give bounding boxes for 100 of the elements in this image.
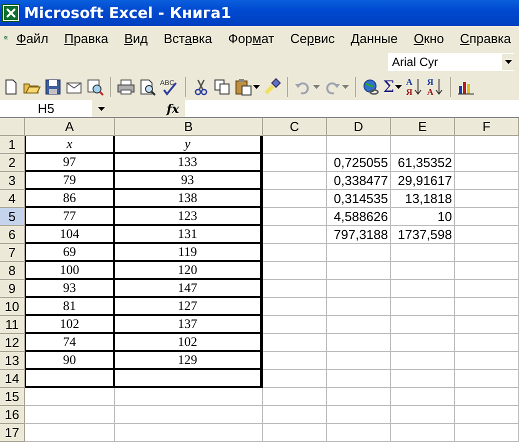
table-cell bbox=[391, 370, 455, 388]
table-cell bbox=[455, 424, 519, 442]
table-cell: 797,3188 bbox=[327, 226, 391, 244]
table-cell: 123 bbox=[115, 208, 263, 226]
printer-icon[interactable] bbox=[117, 78, 135, 96]
app-logo-icon bbox=[2, 4, 20, 22]
table-cell: 0,338477 bbox=[327, 172, 391, 190]
table-cell: 100 bbox=[25, 262, 115, 280]
function-label[interactable]: fx bbox=[105, 102, 185, 116]
table-cell bbox=[391, 406, 455, 424]
table-cell bbox=[327, 424, 391, 442]
table-cell bbox=[263, 424, 327, 442]
row-header[interactable]: 15 bbox=[0, 388, 25, 406]
table-cell bbox=[455, 316, 519, 334]
table-cell bbox=[327, 370, 391, 388]
table-cell: y bbox=[115, 136, 263, 154]
formula-field[interactable] bbox=[185, 100, 519, 117]
table-cell bbox=[263, 370, 327, 388]
table-cell bbox=[263, 208, 327, 226]
menu-item[interactable]: Вставка bbox=[156, 30, 220, 46]
table-cell: 93 bbox=[25, 280, 115, 298]
table-cell bbox=[263, 316, 327, 334]
table-cell bbox=[263, 352, 327, 370]
magnifier-icon[interactable] bbox=[86, 78, 104, 96]
table-cell bbox=[327, 388, 391, 406]
scissors-icon[interactable] bbox=[192, 78, 210, 96]
table-cell: 1737,598 bbox=[391, 226, 455, 244]
row-header[interactable]: 1 bbox=[0, 136, 25, 154]
globe-icon[interactable] bbox=[362, 78, 380, 96]
menu-item[interactable]: Данные bbox=[342, 30, 406, 46]
table-cell bbox=[327, 262, 391, 280]
column-header[interactable]: D bbox=[327, 118, 391, 136]
paste-icon[interactable] bbox=[234, 78, 252, 96]
row-header[interactable]: 6 bbox=[0, 226, 25, 244]
row-header[interactable]: 17 bbox=[0, 424, 25, 442]
menu-item[interactable]: Сервис bbox=[282, 30, 343, 46]
corner-cell[interactable] bbox=[0, 118, 25, 136]
column-header[interactable]: C bbox=[263, 118, 327, 136]
table-cell: 90 bbox=[25, 352, 115, 370]
table-cell: 79 bbox=[25, 172, 115, 190]
save-icon[interactable] bbox=[44, 78, 62, 96]
table-cell: 133 bbox=[115, 154, 263, 172]
row-header[interactable]: 13 bbox=[0, 352, 25, 370]
row-header[interactable]: 11 bbox=[0, 316, 25, 334]
row-header[interactable]: 9 bbox=[0, 280, 25, 298]
row-header[interactable]: 2 bbox=[0, 154, 25, 172]
preview-icon[interactable] bbox=[138, 78, 156, 96]
table-cell: 102 bbox=[115, 334, 263, 352]
table-cell: 69 bbox=[25, 244, 115, 262]
table-cell bbox=[327, 334, 391, 352]
caret-icon[interactable] bbox=[504, 60, 512, 64]
table-cell bbox=[263, 280, 327, 298]
row-header[interactable]: 8 bbox=[0, 262, 25, 280]
table-cell bbox=[455, 280, 519, 298]
row-header[interactable]: 14 bbox=[0, 370, 25, 388]
menu-item[interactable]: Правка bbox=[56, 30, 116, 46]
menu-item[interactable]: Справка bbox=[452, 30, 519, 46]
table-cell bbox=[263, 244, 327, 262]
caret-icon[interactable] bbox=[395, 84, 402, 88]
row-header[interactable]: 7 bbox=[0, 244, 25, 262]
caret-icon[interactable] bbox=[98, 106, 105, 110]
menu-item[interactable]: Файл bbox=[8, 30, 56, 46]
name-box[interactable]: H5 bbox=[0, 100, 92, 117]
column-header[interactable]: E bbox=[391, 118, 455, 136]
table-cell bbox=[263, 136, 327, 154]
column-header[interactable]: A bbox=[25, 118, 115, 136]
table-cell: 120 bbox=[115, 262, 263, 280]
caret-icon[interactable] bbox=[253, 84, 260, 88]
brush-icon[interactable] bbox=[263, 78, 281, 96]
table-cell bbox=[455, 154, 519, 172]
table-cell: 138 bbox=[115, 190, 263, 208]
font-select[interactable]: Arial Cyr bbox=[387, 52, 515, 72]
menu-item[interactable]: Окно bbox=[406, 30, 452, 46]
row-header[interactable]: 4 bbox=[0, 190, 25, 208]
copy-icon[interactable] bbox=[213, 78, 231, 96]
table-cell bbox=[391, 424, 455, 442]
menu-item[interactable]: Вид bbox=[116, 30, 156, 46]
sum-button[interactable]: Σ bbox=[383, 77, 394, 96]
row-header[interactable]: 5 bbox=[0, 208, 25, 226]
table-cell bbox=[455, 244, 519, 262]
table-cell: 4,588626 bbox=[327, 208, 391, 226]
table-cell bbox=[455, 298, 519, 316]
row-header[interactable]: 3 bbox=[0, 172, 25, 190]
table-cell: 0,314535 bbox=[327, 190, 391, 208]
menu-item[interactable]: Формат bbox=[220, 30, 282, 46]
column-header[interactable]: F bbox=[455, 118, 519, 136]
row-header[interactable]: 10 bbox=[0, 298, 25, 316]
table-cell bbox=[327, 136, 391, 154]
table-cell bbox=[263, 406, 327, 424]
row-header[interactable]: 12 bbox=[0, 334, 25, 352]
window-title: Microsoft Excel - Книга1 bbox=[24, 4, 232, 22]
table-cell bbox=[327, 280, 391, 298]
table-cell bbox=[455, 226, 519, 244]
table-cell bbox=[391, 262, 455, 280]
table-cell bbox=[263, 226, 327, 244]
row-header[interactable]: 16 bbox=[0, 406, 25, 424]
table-cell bbox=[327, 316, 391, 334]
table-cell bbox=[455, 406, 519, 424]
table-cell bbox=[263, 172, 327, 190]
column-header[interactable]: B bbox=[115, 118, 263, 136]
